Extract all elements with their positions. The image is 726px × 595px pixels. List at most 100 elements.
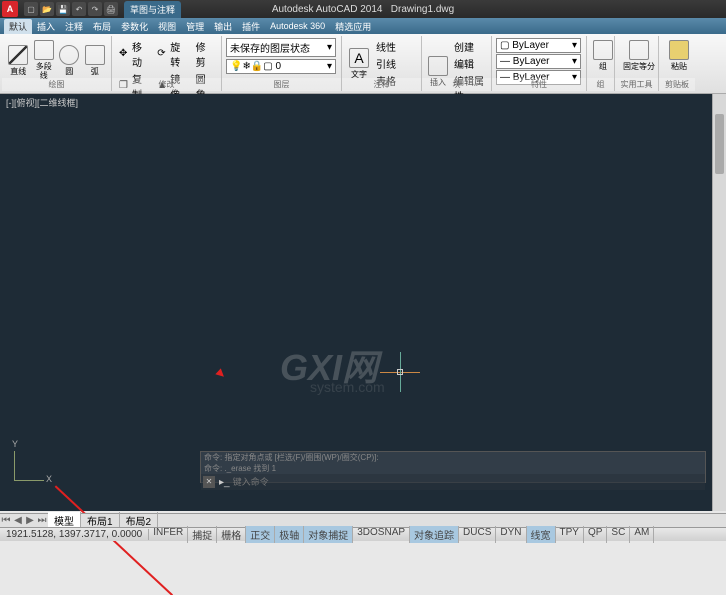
measure-icon [629,40,649,60]
move-icon: ✥ [119,48,130,60]
command-input[interactable] [233,477,703,487]
status-极轴[interactable]: 极轴 [275,526,304,543]
arc-icon [85,45,105,65]
panel-properties: ▢ ByLayer▾ — ByLayer▾ — ByLayer▾ 特性 [492,36,587,91]
tab-view[interactable]: 视图 [153,19,181,34]
tab-insert[interactable]: 插入 [32,19,60,34]
ucs-y-label: Y [12,439,18,449]
status-qp[interactable]: QP [584,526,607,543]
rotate-icon: ⟳ [157,48,168,60]
tab-nav-last[interactable]: ⏭ [36,515,48,526]
panel-block-label: 块 [422,78,491,91]
viewport-label[interactable]: [-][俯视][二维线框] [6,96,78,109]
group-icon [593,40,613,60]
tab-layout[interactable]: 布局 [88,19,116,34]
polyline-icon [34,40,54,60]
status-ducs[interactable]: DUCS [459,526,496,543]
command-line[interactable]: 命令: 指定对角点或 [栏选(F)/圈围(WP)/圈交(CP)]: 命令: ._… [200,451,706,483]
drawing-canvas[interactable]: [-][俯视][二维线框] GXI网 system.com Y X 命令: 指定… [0,94,726,511]
status-am[interactable]: AM [630,526,654,543]
annotation-arrow [55,356,185,486]
status-bar: 1921.5128, 1397.3717, 0.0000 INFER捕捉栅格正交… [0,527,726,541]
tab-nav-first[interactable]: ⏮ [0,515,12,526]
color-combo[interactable]: ▢ ByLayer▾ [496,38,581,53]
status-对象追踪[interactable]: 对象追踪 [410,526,459,543]
measure-button[interactable]: 固定等分 [619,38,659,73]
tab-featured[interactable]: 精选应用 [330,19,376,34]
qat-new-icon[interactable]: ▢ [24,2,38,16]
tab-plugins[interactable]: 插件 [237,19,265,34]
status-正交[interactable]: 正交 [246,526,275,543]
ucs-x-label: X [46,474,52,484]
layout-tabs: ⏮ ◀ ▶ ⏭ 模型 布局1 布局2 [0,513,726,527]
line-button[interactable]: 直线 [6,43,31,78]
status-线宽[interactable]: 线宽 [527,526,556,543]
panel-utils-label: 实用工具 [615,78,658,91]
insert-icon [428,56,448,76]
status-dyn[interactable]: DYN [496,526,526,543]
create-button[interactable]: 创建 [451,38,487,55]
panel-clip-label: 剪贴板 [659,78,695,91]
rotate-button[interactable]: ⟳旋转 [154,38,191,70]
tab-default[interactable]: 默认 [4,19,32,34]
line-icon [8,45,28,65]
panel-layers-label: 图层 [222,78,341,91]
trim-button[interactable]: 修剪 [193,38,217,70]
panel-draw: 直线 多段线 圆 弧 绘图 [2,36,112,91]
qat-redo-icon[interactable]: ↷ [88,2,102,16]
polyline-button[interactable]: 多段线 [32,38,57,82]
app-icon[interactable]: A [2,1,18,17]
panel-utilities: 固定等分 实用工具 [615,36,659,91]
status-infer[interactable]: INFER [149,526,188,543]
chevron-down-icon: ▾ [572,56,577,67]
command-history: 命令: 指定对角点或 [栏选(F)/圈围(WP)/圈交(CP)]: [201,452,705,463]
tab-a360[interactable]: Autodesk 360 [265,20,330,32]
lineweight-combo[interactable]: — ByLayer▾ [496,54,581,69]
qat-plot-icon[interactable]: 🖨 [104,2,118,16]
status-对象捕捉[interactable]: 对象捕捉 [304,526,353,543]
bedit-button[interactable]: 编辑 [451,55,487,72]
move-button[interactable]: ✥移动 [116,38,153,70]
workspace-tab[interactable]: 草图与注释 [124,1,181,18]
tab-nav-prev[interactable]: ◀ [12,515,24,526]
status-sc[interactable]: SC [607,526,630,543]
tab-parametric[interactable]: 参数化 [116,19,153,34]
scrollbar-thumb[interactable] [715,114,724,174]
ribbon: 直线 多段线 圆 弧 绘图 ✥移动⟳旋转修剪 ❐复制▲镜像圆角 ⇲拉伸⛶缩放阵列… [0,34,726,94]
circle-button[interactable]: 圆 [57,43,82,78]
watermark-sub: system.com [310,379,385,395]
layer-state-combo[interactable]: 未保存的图层状态▾ [226,38,336,57]
tab-annotate[interactable]: 注释 [60,19,88,34]
qat-undo-icon[interactable]: ↶ [72,2,86,16]
layer-combo[interactable]: 💡❄🔒▢ 0▾ [226,59,336,74]
qat-open-icon[interactable]: 📂 [40,2,54,16]
group-button[interactable]: 组 [591,38,615,73]
text-button[interactable]: A文字 [346,46,372,81]
panel-modify: ✥移动⟳旋转修剪 ❐复制▲镜像圆角 ⇲拉伸⛶缩放阵列 修改 [112,36,222,91]
status-tpy[interactable]: TPY [556,526,584,543]
arc-button[interactable]: 弧 [83,43,108,78]
title-bar: A ▢ 📂 💾 ↶ ↷ 🖨 草图与注释 Autodesk AutoCAD 201… [0,0,726,18]
command-close-icon[interactable]: ✕ [203,476,215,488]
circle-icon [59,45,79,65]
qat-save-icon[interactable]: 💾 [56,2,70,16]
status-捕捉[interactable]: 捕捉 [188,526,217,543]
chevron-down-icon: ▾ [327,61,332,72]
paste-button[interactable]: 粘贴 [663,38,695,73]
status-3dosnap[interactable]: 3DOSNAP [353,526,410,543]
quick-access-toolbar: ▢ 📂 💾 ↶ ↷ 🖨 [24,2,118,16]
panel-draw-label: 绘图 [2,78,111,91]
tab-output[interactable]: 输出 [209,19,237,34]
linear-button[interactable]: 线性 [373,38,399,55]
vertical-scrollbar[interactable] [712,94,726,511]
text-icon: A [349,48,369,68]
panel-props-label: 特性 [492,78,586,91]
leader-button[interactable]: 引线 [373,55,399,72]
panel-groups: 组 组 [587,36,615,91]
status-栅格[interactable]: 栅格 [217,526,246,543]
tab-nav-next[interactable]: ▶ [24,515,36,526]
command-prompt-icon: ▸_ [219,477,230,488]
paste-icon [669,40,689,60]
coordinates[interactable]: 1921.5128, 1397.3717, 0.0000 [0,529,149,540]
tab-manage[interactable]: 管理 [181,19,209,34]
